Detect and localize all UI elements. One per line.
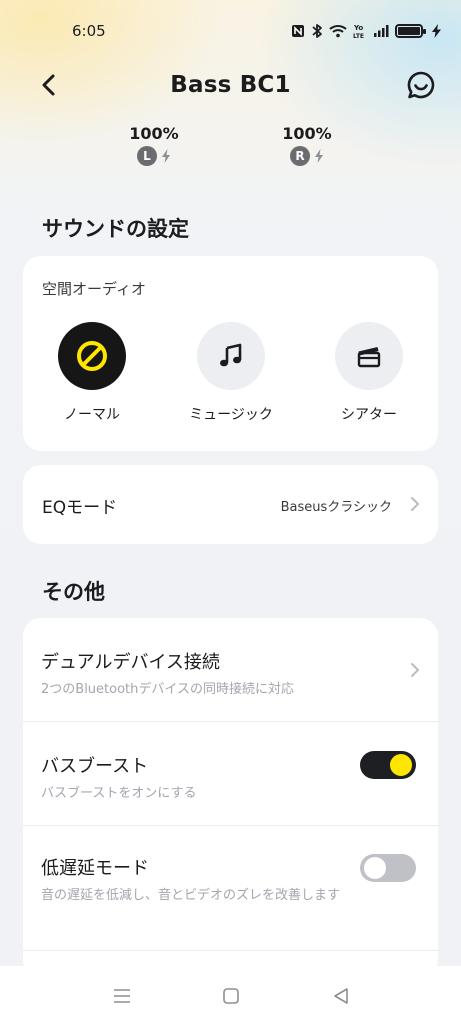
charging-bolt-icon <box>315 149 323 163</box>
chevron-right-icon <box>411 663 419 677</box>
home-icon <box>223 988 239 1004</box>
eq-mode-row[interactable]: EQモード Baseusクラシック <box>23 465 438 544</box>
back-triangle-icon <box>334 988 348 1004</box>
low-latency-desc: 音の遅延を低減し、音とビデオのズレを改善します <box>41 888 341 903</box>
dual-device-row[interactable]: デュアルデバイス接続 2つのBluetoothデバイスの同時接続に対応 <box>23 618 438 721</box>
menu-button[interactable] <box>111 986 133 1006</box>
mode-music-circle <box>197 322 265 390</box>
dual-device-desc: 2つのBluetoothデバイスの同時接続に対応 <box>41 682 294 697</box>
right-earbud-status: 100% R <box>272 124 342 166</box>
left-side-badge: L <box>137 146 157 166</box>
bass-boost-row: バスブースト バスブーストをオンにする <box>23 722 438 825</box>
nfc-icon <box>291 24 305 38</box>
other-settings-card: デュアルデバイス接続 2つのBluetoothデバイスの同時接続に対応 バスブー… <box>23 618 438 978</box>
spatial-audio-label: 空間オーディオ <box>42 280 146 298</box>
back-button[interactable] <box>34 70 62 100</box>
chat-button[interactable] <box>405 69 437 101</box>
spatial-audio-card: 空間オーディオ ノーマル ミュージック シアター <box>23 256 438 451</box>
home-button[interactable] <box>220 986 242 1006</box>
status-bar: 6:05 Yo LTE <box>0 0 461 62</box>
bluetooth-icon <box>311 23 323 39</box>
low-latency-label: 低遅延モード <box>41 858 149 879</box>
bass-boost-desc: バスブーストをオンにする <box>41 786 197 801</box>
right-battery-percent: 100% <box>282 124 332 143</box>
svg-text:LTE: LTE <box>353 33 364 39</box>
wifi-icon <box>329 24 347 38</box>
mode-theater[interactable]: シアター <box>309 322 429 424</box>
mode-normal-circle <box>58 322 126 390</box>
status-icons: Yo LTE <box>291 23 441 39</box>
earbud-batteries: 100% L 100% R <box>0 124 461 174</box>
bass-boost-toggle[interactable] <box>360 751 416 779</box>
left-battery-percent: 100% <box>129 124 179 143</box>
system-nav-bar <box>0 966 461 1024</box>
music-note-icon <box>220 343 242 367</box>
svg-text:Yo: Yo <box>353 24 363 32</box>
sound-settings-heading: サウンドの設定 <box>42 217 189 241</box>
right-side-badge: R <box>290 146 310 166</box>
mode-label: シアター <box>341 407 397 423</box>
volte-icon: Yo LTE <box>353 23 367 39</box>
toggle-knob <box>364 857 386 879</box>
menu-icon <box>114 989 130 1003</box>
low-latency-toggle[interactable] <box>360 854 416 882</box>
mode-label: ノーマル <box>64 407 120 423</box>
chevron-right-icon <box>411 497 419 511</box>
back-nav-button[interactable] <box>330 986 352 1006</box>
low-latency-row: 低遅延モード 音の遅延を低減し、音とビデオのズレを改善します <box>23 826 438 950</box>
page-title: Bass BC1 <box>170 72 291 98</box>
charging-icon <box>432 24 441 38</box>
charging-bolt-icon <box>162 149 170 163</box>
bass-boost-label: バスブースト <box>41 756 149 777</box>
divider <box>23 950 438 951</box>
mode-normal[interactable]: ノーマル <box>32 322 152 424</box>
status-time: 6:05 <box>72 22 106 40</box>
eq-mode-value: Baseusクラシック <box>280 500 392 515</box>
dual-device-label: デュアルデバイス接続 <box>41 652 220 673</box>
clapperboard-icon <box>357 347 381 368</box>
signal-icon <box>373 24 389 38</box>
other-heading: その他 <box>42 580 105 604</box>
app-header: Bass BC1 <box>0 62 461 108</box>
eq-mode-label: EQモード <box>42 498 118 518</box>
left-earbud-status: 100% L <box>119 124 189 166</box>
chat-icon <box>407 71 435 99</box>
mode-theater-circle <box>335 322 403 390</box>
mode-label: ミュージック <box>189 407 273 423</box>
back-arrow-icon <box>42 74 55 96</box>
mode-music[interactable]: ミュージック <box>171 322 291 424</box>
toggle-knob <box>390 754 412 776</box>
off-icon <box>77 341 107 371</box>
battery-icon <box>395 24 426 38</box>
